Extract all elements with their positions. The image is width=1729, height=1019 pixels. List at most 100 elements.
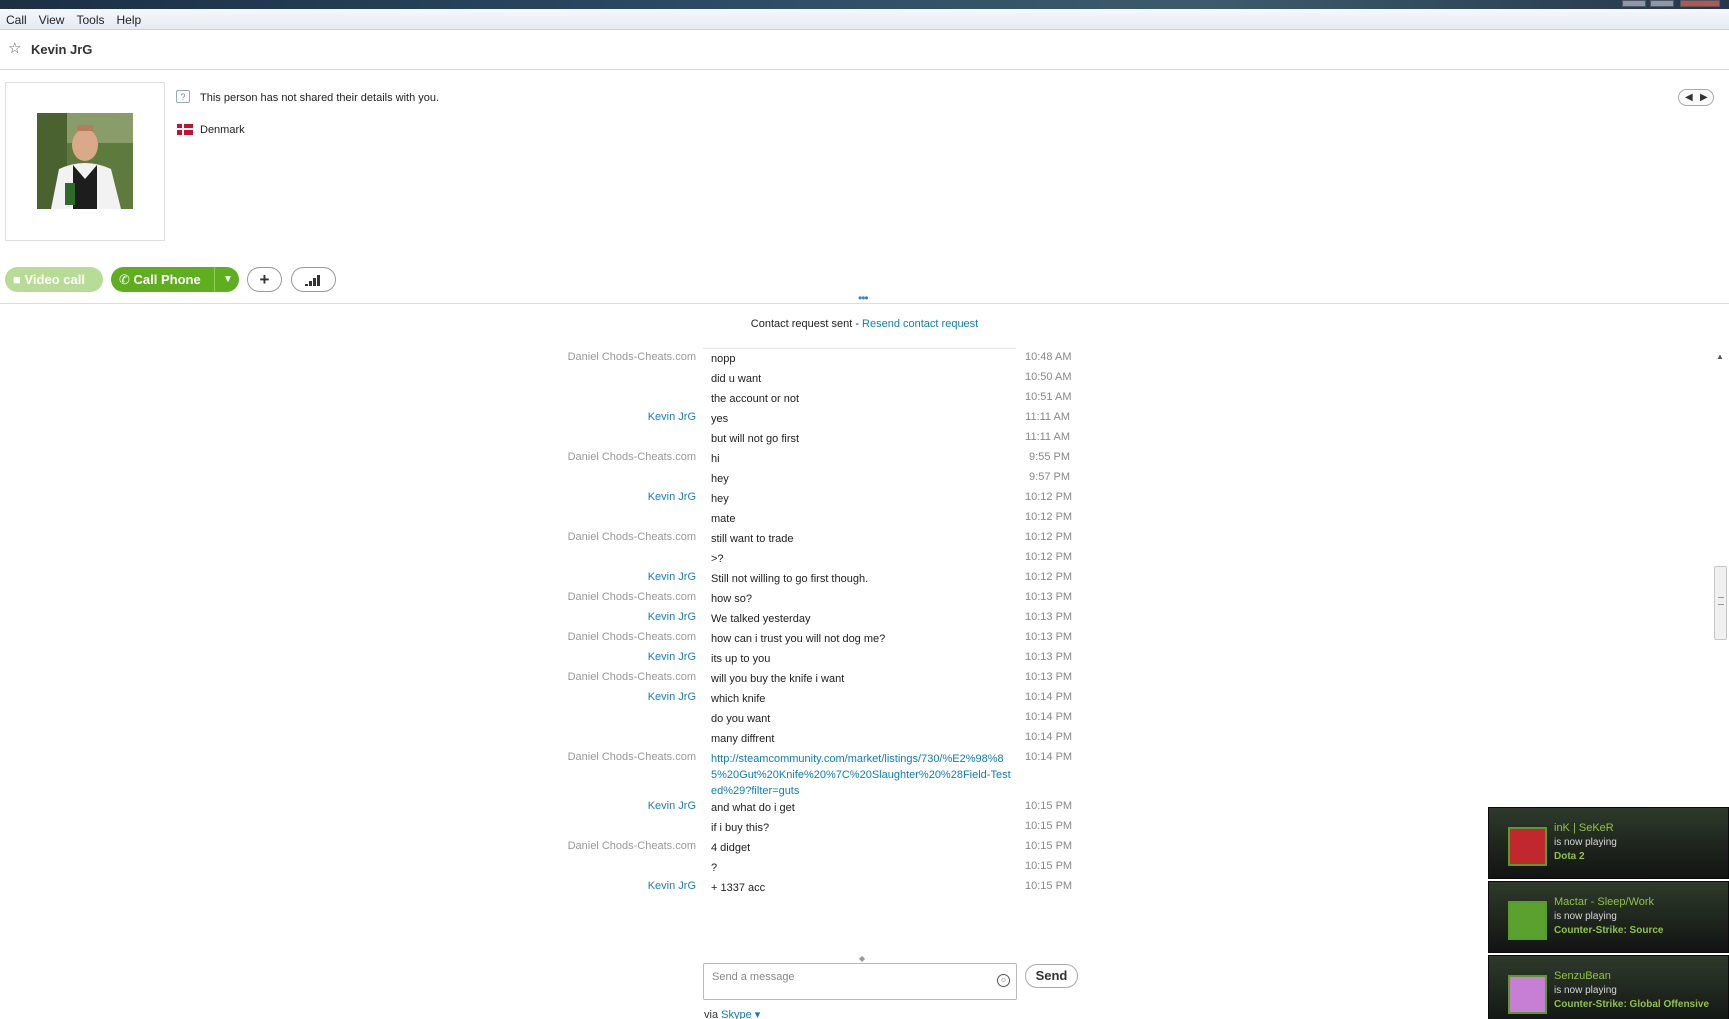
game-notification[interactable]: Mactar - Sleep/Work is now playing Counter…: [1488, 881, 1729, 953]
message-timestamp: 10:13 PM: [1025, 591, 1073, 603]
chat-message-row: mate 10:12 PM: [0, 511, 1712, 529]
message-input[interactable]: Send a message ☺: [703, 963, 1017, 1000]
chat-history[interactable]: do you got btc10:38 AMDaniel Chods-Cheat…: [0, 348, 1712, 953]
call-phone-button[interactable]: ✆ Call Phone ▼: [111, 267, 239, 292]
message-sender[interactable]: Kevin JrG: [648, 491, 696, 503]
message-sender[interactable]: Daniel Chods-Cheats.com: [568, 531, 696, 543]
message-sender[interactable]: Daniel Chods-Cheats.com: [568, 631, 696, 643]
chat-message-row: if i buy this? 10:15 PM: [0, 820, 1712, 838]
message-text: nopp: [711, 353, 736, 365]
message-timestamp: 10:12 PM: [1025, 551, 1073, 563]
scroll-grip-icon: [1718, 597, 1724, 605]
chat-message-row: Daniel Chods-Cheats.com how so? 10:13 PM: [0, 591, 1712, 609]
message-timestamp: 10:15 PM: [1025, 800, 1073, 812]
game-notifications: inK | SeKeR is now playing Dota 2 Mactar - …: [1488, 807, 1729, 1019]
message-timestamp: 10:48 AM: [1025, 351, 1072, 363]
message-sender[interactable]: Daniel Chods-Cheats.com: [568, 451, 696, 463]
via-service: via Skype ▾: [704, 1008, 760, 1019]
minimize-button[interactable]: [1622, 0, 1646, 7]
chat-message-row: Kevin JrG and what do i get 10:15 PM: [0, 800, 1712, 818]
next-arrow-icon[interactable]: ▶: [1700, 91, 1708, 105]
message-text: the account or not: [711, 393, 800, 405]
message-text: ?: [711, 862, 718, 874]
contact-country: Denmark: [200, 124, 245, 136]
message-text: and what do i get: [711, 802, 795, 814]
profile-picture-frame: [5, 82, 165, 241]
emoticon-icon[interactable]: ☺: [997, 974, 1010, 987]
resize-handle-icon[interactable]: •••: [858, 291, 869, 305]
friend-avatar: [1508, 901, 1547, 940]
message-sender[interactable]: Kevin JrG: [648, 571, 696, 583]
privacy-note: This person has not shared their details…: [200, 92, 440, 104]
game-notification[interactable]: inK | SeKeR is now playing Dota 2: [1488, 807, 1729, 879]
chat-message-row: Kevin JrG Still not willing to go first t…: [0, 571, 1712, 589]
call-options-dropdown[interactable]: ▼: [217, 267, 239, 292]
message-text: did u want: [711, 373, 762, 385]
message-sender[interactable]: Kevin JrG: [648, 651, 696, 663]
close-button[interactable]: [1680, 0, 1720, 7]
game-title: Dota 2: [1554, 851, 1585, 862]
send-button[interactable]: Send: [1025, 964, 1078, 988]
friend-avatar: [1508, 975, 1547, 1014]
message-link[interactable]: http://steamcommunity.com/market/listing…: [711, 751, 1011, 799]
message-sender[interactable]: Daniel Chods-Cheats.com: [568, 751, 696, 763]
friend-avatar: [1508, 827, 1547, 866]
friend-name: Mactar - Sleep/Work: [1554, 896, 1655, 908]
call-quality-button[interactable]: [291, 267, 336, 292]
message-sender[interactable]: Daniel Chods-Cheats.com: [568, 591, 696, 603]
game-title: Counter-Strike: Global Offensive: [1554, 999, 1710, 1010]
message-sender[interactable]: Kevin JrG: [648, 411, 696, 423]
message-text: if i buy this?: [711, 822, 770, 834]
message-sender[interactable]: Daniel Chods-Cheats.com: [568, 351, 696, 363]
message-text: hey: [711, 493, 729, 505]
video-call-button[interactable]: ■ Video call: [5, 267, 103, 292]
resend-request-link[interactable]: Resend contact request: [862, 318, 978, 330]
message-sender[interactable]: Kevin JrG: [648, 691, 696, 703]
scroll-up-arrow-icon[interactable]: ▲: [1716, 352, 1724, 361]
video-call-label: Video call: [24, 272, 85, 287]
message-sender[interactable]: Kevin JrG: [648, 611, 696, 623]
message-text: but will not go first: [711, 433, 800, 445]
game-notification[interactable]: SenzuBean is now playing Counter-Strike: G…: [1488, 955, 1729, 1019]
menu-help[interactable]: Help: [110, 9, 147, 27]
call-phone-main[interactable]: ✆ Call Phone: [111, 267, 215, 292]
avatar: [37, 113, 133, 209]
message-sender[interactable]: Kevin JrG: [648, 880, 696, 892]
maximize-button[interactable]: [1650, 0, 1674, 7]
add-participant-button[interactable]: +: [247, 267, 282, 292]
message-text: mate: [711, 513, 736, 525]
phone-icon: ✆: [119, 272, 130, 287]
message-text: how can i trust you will not dog me?: [711, 633, 886, 645]
message-sender[interactable]: Kevin JrG: [648, 800, 696, 812]
message-timestamp: 10:13 PM: [1025, 671, 1073, 683]
video-camera-icon: ■: [13, 272, 21, 287]
menu-tools[interactable]: Tools: [70, 9, 110, 27]
favorite-star-icon[interactable]: ☆: [8, 41, 21, 56]
game-title: Counter-Strike: Source: [1554, 925, 1664, 936]
denmark-flag-icon: [177, 124, 193, 135]
message-timestamp: 10:12 PM: [1025, 531, 1073, 543]
friend-status: is now playing: [1554, 985, 1617, 996]
previous-arrow-icon[interactable]: ◀: [1685, 91, 1693, 105]
chat-message-row: did u want 10:50 AM: [0, 371, 1712, 389]
message-timestamp: 10:12 PM: [1025, 571, 1073, 583]
chat-message-row: Daniel Chods-Cheats.com still want to tra…: [0, 531, 1712, 549]
message-timestamp: 10:12 PM: [1025, 511, 1073, 523]
message-timestamp: 10:15 PM: [1025, 860, 1073, 872]
service-name: Skype: [721, 1009, 752, 1019]
friend-name: SenzuBean: [1554, 970, 1611, 982]
message-timestamp: 10:12 PM: [1025, 491, 1073, 503]
request-status-text: Contact request sent -: [750, 318, 863, 330]
chat-message-row: Daniel Chods-Cheats.com how can i trust y…: [0, 631, 1712, 649]
message-sender[interactable]: Daniel Chods-Cheats.com: [568, 671, 696, 683]
menu-call[interactable]: Call: [0, 9, 33, 27]
message-sender[interactable]: Daniel Chods-Cheats.com: [568, 840, 696, 852]
composer-resize-icon[interactable]: ◆: [859, 954, 865, 963]
service-selector[interactable]: Skype ▾: [721, 1009, 760, 1019]
scroll-thumb[interactable]: [1714, 566, 1727, 640]
message-timestamp: 10:50 AM: [1025, 371, 1072, 383]
message-text: do you want: [711, 713, 771, 725]
menu-view[interactable]: View: [33, 9, 71, 27]
contact-name: Kevin JrG: [31, 42, 93, 57]
message-text: + 1337 acc: [711, 882, 766, 894]
